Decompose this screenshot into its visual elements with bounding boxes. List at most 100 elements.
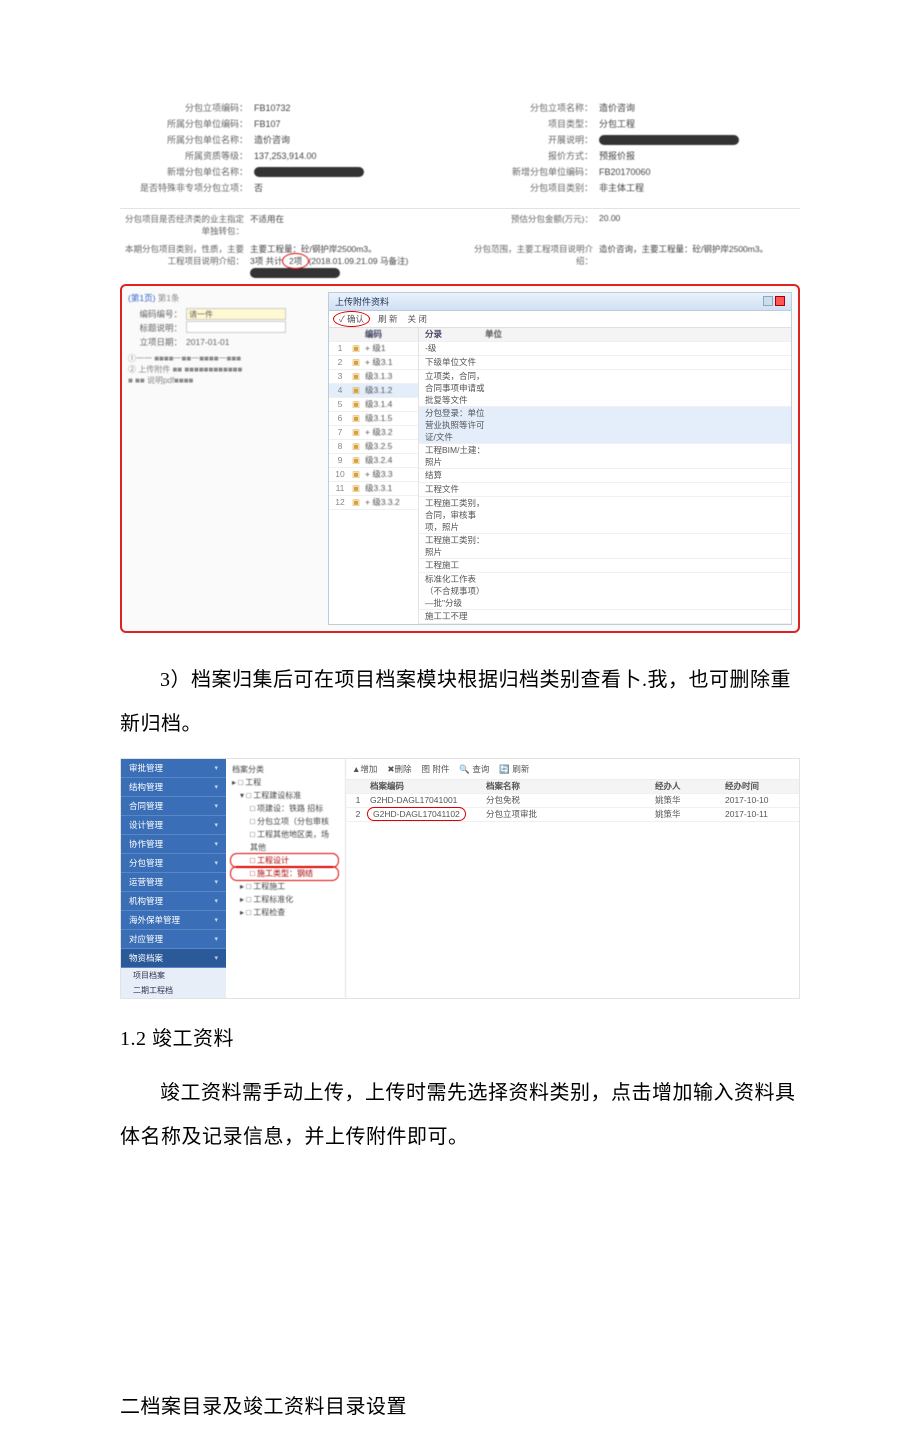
sidebar-item[interactable]: 运营管理▾ [121,873,226,892]
table-row[interactable]: 2G2HD-DAGL17041102分包立项审批姚策华2017-10-11 [346,808,799,822]
table-row[interactable]: 1G2HD-DAGL17041001分包免税姚策华2017-10-10 [346,794,799,808]
grid-row[interactable]: 标准化工作表（不合规事项）—批"分级 [419,573,791,610]
grid-row[interactable]: 工程BIM/土建：照片 [419,444,791,469]
grid-row[interactable]: 3▣级3.1.3 [329,370,418,384]
screenshot-archive-module: 审批管理▾结构管理▾合同管理▾设计管理▾协作管理▾分包管理▾运营管理▾机构管理▾… [120,758,800,999]
note-line: ■ ■■ 说明pdf­■■■■ [128,375,322,386]
field-label: 立项日期： [128,336,186,348]
toolbar-button[interactable]: ✓ 确认 [335,313,368,325]
tree-node[interactable]: ▸ □ 工程检查 [228,906,343,919]
grid-row[interactable]: 4▣级3.1.2 [329,384,418,398]
form-row: 开展说明： [469,132,796,148]
grid-row[interactable]: 1▣+ 级1 [329,342,418,356]
field-value[interactable]: 请一件 [186,308,322,320]
popup-tab[interactable]: 第1页 [131,293,153,303]
sidebar-item[interactable]: 对应管理▾ [121,930,226,949]
sidebar-item[interactable]: 机构管理▾ [121,892,226,911]
form-value [599,133,796,147]
memo-left-label2: 本期分包项目类别，性质，主要工程项目说明介绍： [120,243,250,278]
toolbar-button[interactable]: 🔄 刷新 [499,764,529,774]
grid-row[interactable]: 2▣+ 级3.1 [329,356,418,370]
heading-1-2: 1.2 竣工资料 [120,1017,800,1061]
popup-left-row: 编码编号：请一件 [128,307,322,321]
col-desc: 单位 [485,328,785,340]
memo-area-2: 本期分包项目类别，性质，主要工程项目说明介绍： 主要工程量：砼/钢护岸2500m… [120,243,800,278]
sidebar-item[interactable]: 合同管理▾ [121,797,226,816]
toolbar-button[interactable]: 刷 新 [378,313,397,325]
tree-node[interactable]: 档案分类 [228,763,343,776]
tree-node[interactable]: □ 工程设计 [228,854,343,867]
grid-row[interactable]: 施工工不理 [419,610,791,624]
popup-left-form: (第1页) 第1条 编码编号：请一件标题说明：立项日期：2017-01-01 ①… [128,292,328,386]
grid-row[interactable]: 12▣+ 级3.3.2 [329,496,418,510]
form-left-column: 分包立项编码：FB10732所属分包单位编码：FB107所属分包单位名称：造价咨… [124,100,451,196]
window-controls[interactable] [763,296,785,306]
grid-row[interactable]: 结算 [419,469,791,483]
form-value: FB20170060 [599,165,796,179]
grid-row[interactable]: 6▣级3.1.5 [329,412,418,426]
grid-row[interactable]: 工程施工 [419,559,791,573]
sidebar-item[interactable]: 结构管理▾ [121,778,226,797]
grid-row[interactable]: 9▣级3.2.4 [329,454,418,468]
popup-left-row: 标题说明： [128,321,322,335]
memo-right-2: 分包范围，主要工程项目说明介绍： 造价咨询，主要工程量：砼/钢护岸2500m3。 [469,243,800,278]
toolbar-button[interactable]: 🔍 查询 [459,764,489,774]
grid-row[interactable]: 工程施工类别，合同，审核事项，照片 [419,497,791,534]
redacted-text [599,135,739,145]
sidebar-item[interactable]: 审批管理▾ [121,759,226,778]
grid-right-col: 分录单位 -级下级单位文件立项类，合同，合同事项申请或批复等文件分包登录：单位营… [419,328,791,624]
tree-node[interactable]: □ 分包立项（分包审核 [228,815,343,828]
tree-node[interactable]: □ 项建设：铁路 招标 [228,802,343,815]
archive-main: ▲增加✖删除图 附件🔍 查询🔄 刷新 档案编码档案名称经办人经办时间 1G2HD… [346,759,799,998]
tree-node[interactable]: ▸ □ 工程施工 [228,880,343,893]
sidebar-item[interactable]: 设计管理▾ [121,816,226,835]
tree-node[interactable]: □ 施工类型：钢结 [228,867,343,880]
form-value: 预报价报 [599,149,796,163]
form-row: 新增分包单位名称： [124,164,451,180]
grid-row[interactable]: 工程文件 [419,483,791,497]
form-label: 项目类型： [469,117,599,131]
sidebar-item[interactable]: 海外保单管理▾ [121,911,226,930]
column-header: 档案编码 [366,780,486,792]
form-label: 所属资质等级： [124,149,254,163]
grid-row[interactable]: -级 [419,342,791,356]
sidebar-item-selected[interactable]: 物资档案▾ [121,949,226,968]
form-value: 分包工程 [599,117,796,131]
grid-row[interactable]: 8▣级3.2.5 [329,440,418,454]
field-value[interactable]: 2017-01-01 [186,337,322,347]
tree-node[interactable]: ▸ □ 工程标准化 [228,893,343,906]
sidebar-item[interactable]: 协作管理▾ [121,835,226,854]
screenshot-form-popup: 分包立项编码：FB10732所属分包单位编码：FB107所属分包单位名称：造价咨… [120,100,800,633]
grid-row[interactable]: 11▣级3.3.1 [329,482,418,496]
field-value[interactable] [186,321,322,335]
grid-row[interactable]: 7▣+ 级3.2 [329,426,418,440]
form-label: 新增分包单位名称： [124,165,254,179]
close-icon[interactable] [775,296,785,306]
toolbar-button[interactable]: ✖删除 [387,764,411,774]
min-icon[interactable] [763,296,773,306]
tree-node[interactable]: □ 工程其他地区类，场 [228,828,343,841]
sidebar-subitem[interactable]: 项目档案 [121,968,226,983]
redacted-text [250,268,340,278]
toolbar-button[interactable]: 关 闭 [408,313,427,325]
grid-row[interactable]: 5▣级3.1.4 [329,398,418,412]
tree-node[interactable]: 其他 [228,841,343,854]
sidebar-subitem[interactable]: 二期工程档 [121,983,226,998]
grid-row[interactable]: 分包登录：单位营业执照等许可证/文件 [419,407,791,444]
form-label: 开展说明： [469,133,599,147]
tree-node[interactable]: ▾ □ 工程建设标准 [228,789,343,802]
form-value: 造价咨询 [599,101,796,115]
sidebar-item[interactable]: 分包管理▾ [121,854,226,873]
grid-row[interactable]: 10▣+ 级3.3 [329,468,418,482]
grid-row[interactable]: 工程施工类别：照片 [419,534,791,559]
form-row: 项目类型：分包工程 [469,116,796,132]
tree-node[interactable]: ▸ □ 工程 [228,776,343,789]
toolbar-button[interactable]: ▲增加 [352,764,377,774]
grid-row[interactable]: 下级单位文件 [419,356,791,370]
form-area: 分包立项编码：FB10732所属分包单位编码：FB107所属分包单位名称：造价咨… [120,100,800,202]
toolbar-button[interactable]: 图 附件 [422,764,450,774]
column-header: 经办人 [655,780,725,792]
popup-left-row: 立项日期：2017-01-01 [128,335,322,349]
memo-right-value2: 造价咨询，主要工程量：砼/钢护岸2500m3。 [599,243,800,278]
grid-row[interactable]: 立项类，合同，合同事项申请或批复等文件 [419,370,791,407]
